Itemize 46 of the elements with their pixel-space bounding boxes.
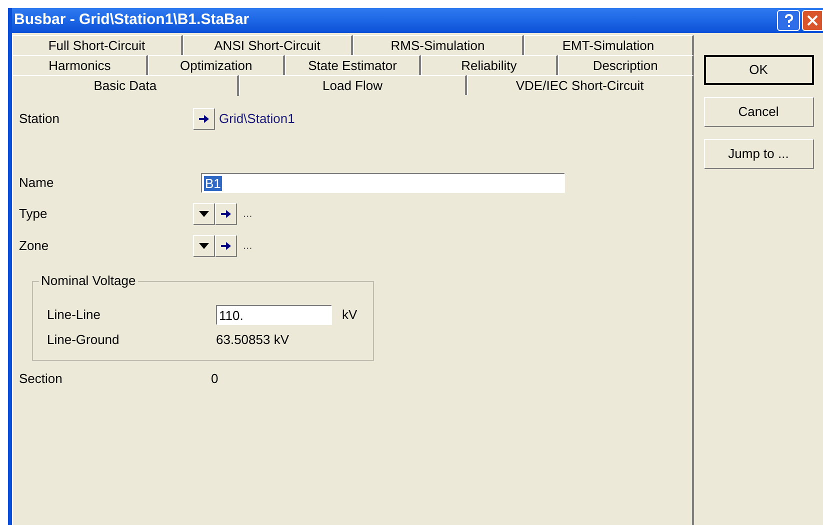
station-link[interactable]: Grid\Station1 — [219, 109, 295, 129]
tab[interactable]: Description — [558, 55, 694, 75]
line-line-field[interactable]: 110. — [216, 305, 332, 325]
help-button[interactable] — [777, 10, 800, 31]
tab[interactable]: Basic Data — [12, 75, 240, 96]
tab[interactable]: State Estimator — [284, 55, 422, 75]
dialog-button[interactable]: Cancel — [704, 97, 814, 127]
jump-button[interactable] — [215, 235, 237, 257]
dropdown-icon — [199, 243, 209, 249]
arrow-icon — [199, 115, 209, 123]
field-label: Name — [19, 174, 55, 192]
dropdown-button[interactable] — [193, 203, 215, 225]
jump-button[interactable] — [193, 108, 215, 130]
field-label: Line-Line — [47, 306, 102, 324]
unit-label: kV — [342, 306, 358, 324]
field-value: ... — [243, 206, 252, 222]
dropdown-button[interactable] — [193, 235, 215, 257]
tab[interactable]: ANSI Short-Circuit — [182, 35, 353, 55]
tab[interactable]: RMS-Simulation — [353, 35, 524, 55]
field-label: Section — [19, 370, 64, 388]
tab[interactable]: Harmonics — [12, 55, 148, 75]
field-label: Station — [19, 110, 60, 128]
field-label: Line-Ground — [47, 331, 120, 350]
dialog-button[interactable]: OK — [704, 55, 814, 85]
arrow-icon — [221, 242, 231, 250]
field-value: 0 — [211, 370, 218, 388]
tab[interactable]: Optimization — [148, 55, 285, 75]
close-button[interactable] — [802, 10, 823, 31]
dialog-button[interactable]: Jump to ... — [704, 139, 814, 169]
arrow-icon — [221, 210, 231, 218]
close-icon — [807, 15, 818, 26]
help-icon — [784, 14, 794, 28]
field-label: Type — [19, 205, 48, 224]
name-field[interactable]: B1 — [201, 173, 565, 193]
field-label: Zone — [19, 237, 50, 256]
field-value: 63.50853 kV — [216, 331, 290, 350]
group-title: Nominal Voltage — [39, 273, 138, 289]
tab[interactable]: Reliability — [421, 55, 558, 75]
tab[interactable]: EMT-Simulation — [524, 35, 694, 55]
jump-button[interactable] — [215, 203, 237, 225]
tab[interactable]: Load Flow — [239, 75, 467, 95]
window-title: Busbar - Grid\Station1\B1.StaBar — [13, 10, 250, 30]
field-value: ... — [243, 238, 252, 254]
dropdown-icon — [199, 211, 209, 217]
tab[interactable]: Full Short-Circuit — [12, 35, 182, 55]
tab[interactable]: VDE/IEC Short-Circuit — [466, 75, 694, 95]
